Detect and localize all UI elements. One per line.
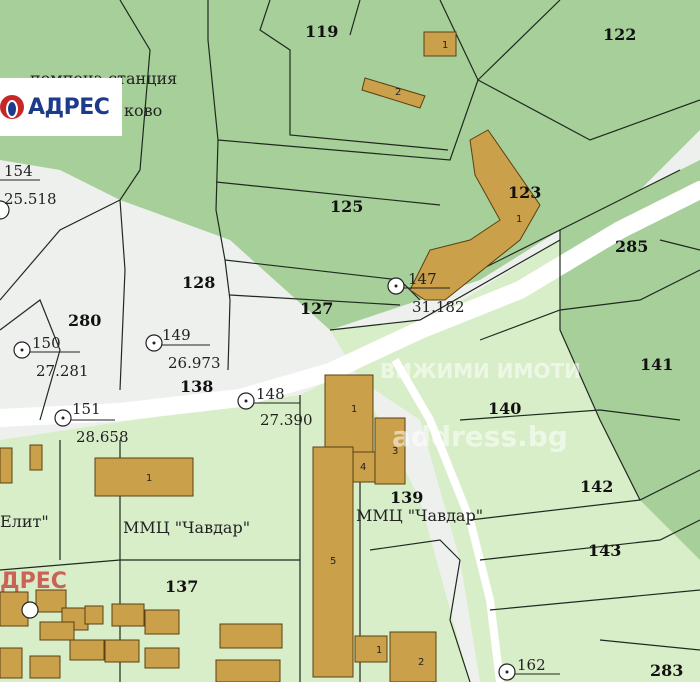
point-148-elevation: 27.390 <box>260 411 313 429</box>
parcel-143: 143 <box>588 541 621 560</box>
place-label-partial: ково <box>124 101 162 120</box>
point-147-elevation: 31.182 <box>412 298 465 316</box>
building-num-1c: 1 <box>146 473 152 484</box>
parcel-125: 125 <box>330 197 363 216</box>
parcel-128: 128 <box>182 273 215 292</box>
parcel-123: 123 <box>508 183 541 202</box>
point-150-elevation: 27.281 <box>36 362 89 380</box>
building-num-1b: 1 <box>516 214 522 225</box>
building-139-2 <box>389 631 437 682</box>
point-147-number: 147 <box>408 270 437 288</box>
point-149-number: 149 <box>162 326 191 344</box>
cadastral-map[interactable]: 119 122 123 125 127 128 280 285 138 139 … <box>0 0 700 682</box>
parcel-280: 280 <box>68 311 101 330</box>
building-num-2a: 2 <box>395 87 401 98</box>
watermark-line: ВИЖИМИ ИМОТИ <box>380 359 581 383</box>
parcel-140: 140 <box>488 399 521 418</box>
point-148-number: 148 <box>256 385 285 403</box>
elit-label: Елит" <box>0 512 49 531</box>
parcel-138: 138 <box>180 377 213 396</box>
building-122-1 <box>423 31 457 57</box>
parcel-139: 139 <box>390 488 423 507</box>
watermark-domain: address.bg <box>392 420 568 453</box>
parcel-137: 137 <box>165 577 198 596</box>
building-num-5: 5 <box>330 556 336 567</box>
building-num-2b: 2 <box>418 657 424 668</box>
parcel-283: 283 <box>650 661 683 680</box>
building-num-1a: 1 <box>442 40 448 51</box>
parcel-142: 142 <box>580 477 613 496</box>
logo-text: АДРЕС <box>28 94 110 120</box>
point-154-number: 154 <box>4 162 33 180</box>
building-clinic-1 <box>94 457 194 497</box>
watermark-brand-partial: ДРЕС <box>0 569 67 594</box>
parcel-122: 122 <box>603 25 636 44</box>
logo-mark-icon <box>0 95 24 119</box>
parcel-127: 127 <box>300 299 333 318</box>
point-151-elevation: 28.658 <box>76 428 129 446</box>
parcel-119: 119 <box>305 22 338 41</box>
building-num-1d: 1 <box>351 404 357 415</box>
brand-logo[interactable]: АДРЕС <box>0 78 122 136</box>
point-150-number: 150 <box>32 334 61 352</box>
point-151-number: 151 <box>72 400 101 418</box>
parcel-285: 285 <box>615 237 648 256</box>
clinic-label-west: ММЦ "Чавдар" <box>123 518 250 537</box>
building-139-1 <box>324 374 374 454</box>
point-149-elevation: 26.973 <box>168 354 221 372</box>
clinic-label-east: ММЦ "Чавдар" <box>356 506 483 525</box>
building-num-4: 4 <box>360 462 366 473</box>
point-154-elevation: 25.518 <box>4 190 57 208</box>
parcel-141: 141 <box>640 355 673 374</box>
point-162-number: 162 <box>517 656 546 674</box>
building-num-1e: 1 <box>376 645 382 656</box>
